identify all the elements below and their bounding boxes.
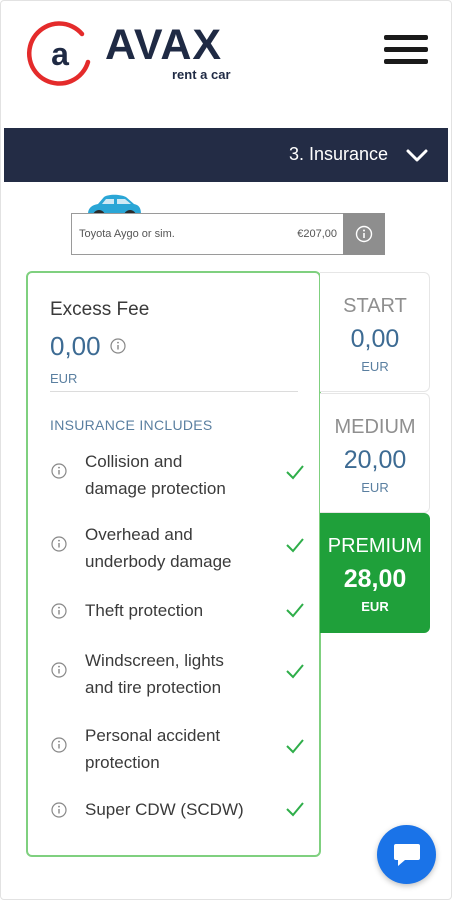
feature-label: Windscreen, lights and tire protection [85,651,224,697]
brand-name: AVAX [105,21,223,69]
tier-name: START [343,295,407,317]
tier-price: 0,00 [350,325,400,353]
tier-currency: EUR [361,599,389,614]
car-info-button[interactable] [343,213,385,255]
check-icon [286,603,304,618]
info-icon[interactable] [109,337,127,355]
check-icon [286,465,304,480]
feature-item: Collision and damage protection [50,448,308,502]
check-icon [286,664,304,679]
tier-currency: EUR [361,480,389,495]
chat-bubble-icon [393,843,420,866]
step-label: 3. Insurance [288,144,388,164]
feature-label: Personal accident protection [85,726,221,772]
feature-item: Super CDW (SCDW) [50,796,308,824]
logo-ring-icon: a [26,21,91,86]
info-icon [355,225,373,243]
header: a AVAX rent a car [0,0,452,128]
feature-item: Theft protection [50,597,308,625]
logo-letter: a [51,36,69,72]
feature-label: Super CDW (SCDW) [85,800,244,819]
brand-tagline: rent a car [172,67,231,82]
feature-item: Personal accident protection [50,722,308,776]
tier-medium[interactable]: MEDIUM 20,00 EUR [320,393,430,513]
excess-fee-title: Excess Fee [50,299,150,320]
insurance-details-card: Excess Fee 0,00 EUR INSURANCE INCLUDES C… [26,271,321,857]
tier-start[interactable]: START 0,00 EUR [320,272,430,392]
excess-fee-value: 0,00 [50,331,101,361]
avax-logo[interactable]: a AVAX rent a car [26,20,256,92]
insurance-includes-title: INSURANCE INCLUDES [50,417,213,433]
divider [50,391,298,392]
feature-item: Overhead and underbody damage [50,521,308,575]
feature-item: Windscreen, lights and tire protection [50,647,308,701]
feature-label: Theft protection [85,601,204,620]
car-name: Toyota Aygo or sim. [79,228,175,240]
tier-price: 28,00 [343,565,407,593]
info-icon[interactable] [50,661,68,679]
chevron-down-icon [406,149,428,162]
car-price: €207,00 [297,228,337,240]
tier-name: PREMIUM [327,535,423,557]
info-icon[interactable] [50,535,68,553]
info-icon[interactable] [50,602,68,620]
info-icon[interactable] [50,462,68,480]
feature-label: Collision and damage protection [85,452,226,498]
excess-fee-currency: EUR [50,371,78,386]
tier-currency: EUR [361,359,389,374]
check-icon [286,802,304,817]
check-icon [286,538,304,553]
info-icon[interactable] [50,801,68,819]
step-selector[interactable]: 3. Insurance [4,128,448,182]
chat-button[interactable] [377,825,436,884]
tier-premium[interactable]: PREMIUM 28,00 EUR [320,513,430,633]
check-icon [286,739,304,754]
tier-name: MEDIUM [334,416,416,438]
feature-label: Overhead and underbody damage [85,525,232,571]
hamburger-menu-icon[interactable] [384,35,428,69]
tier-price: 20,00 [343,446,407,474]
info-icon[interactable] [50,736,68,754]
car-selector[interactable]: Toyota Aygo or sim. €207,00 [71,213,344,255]
